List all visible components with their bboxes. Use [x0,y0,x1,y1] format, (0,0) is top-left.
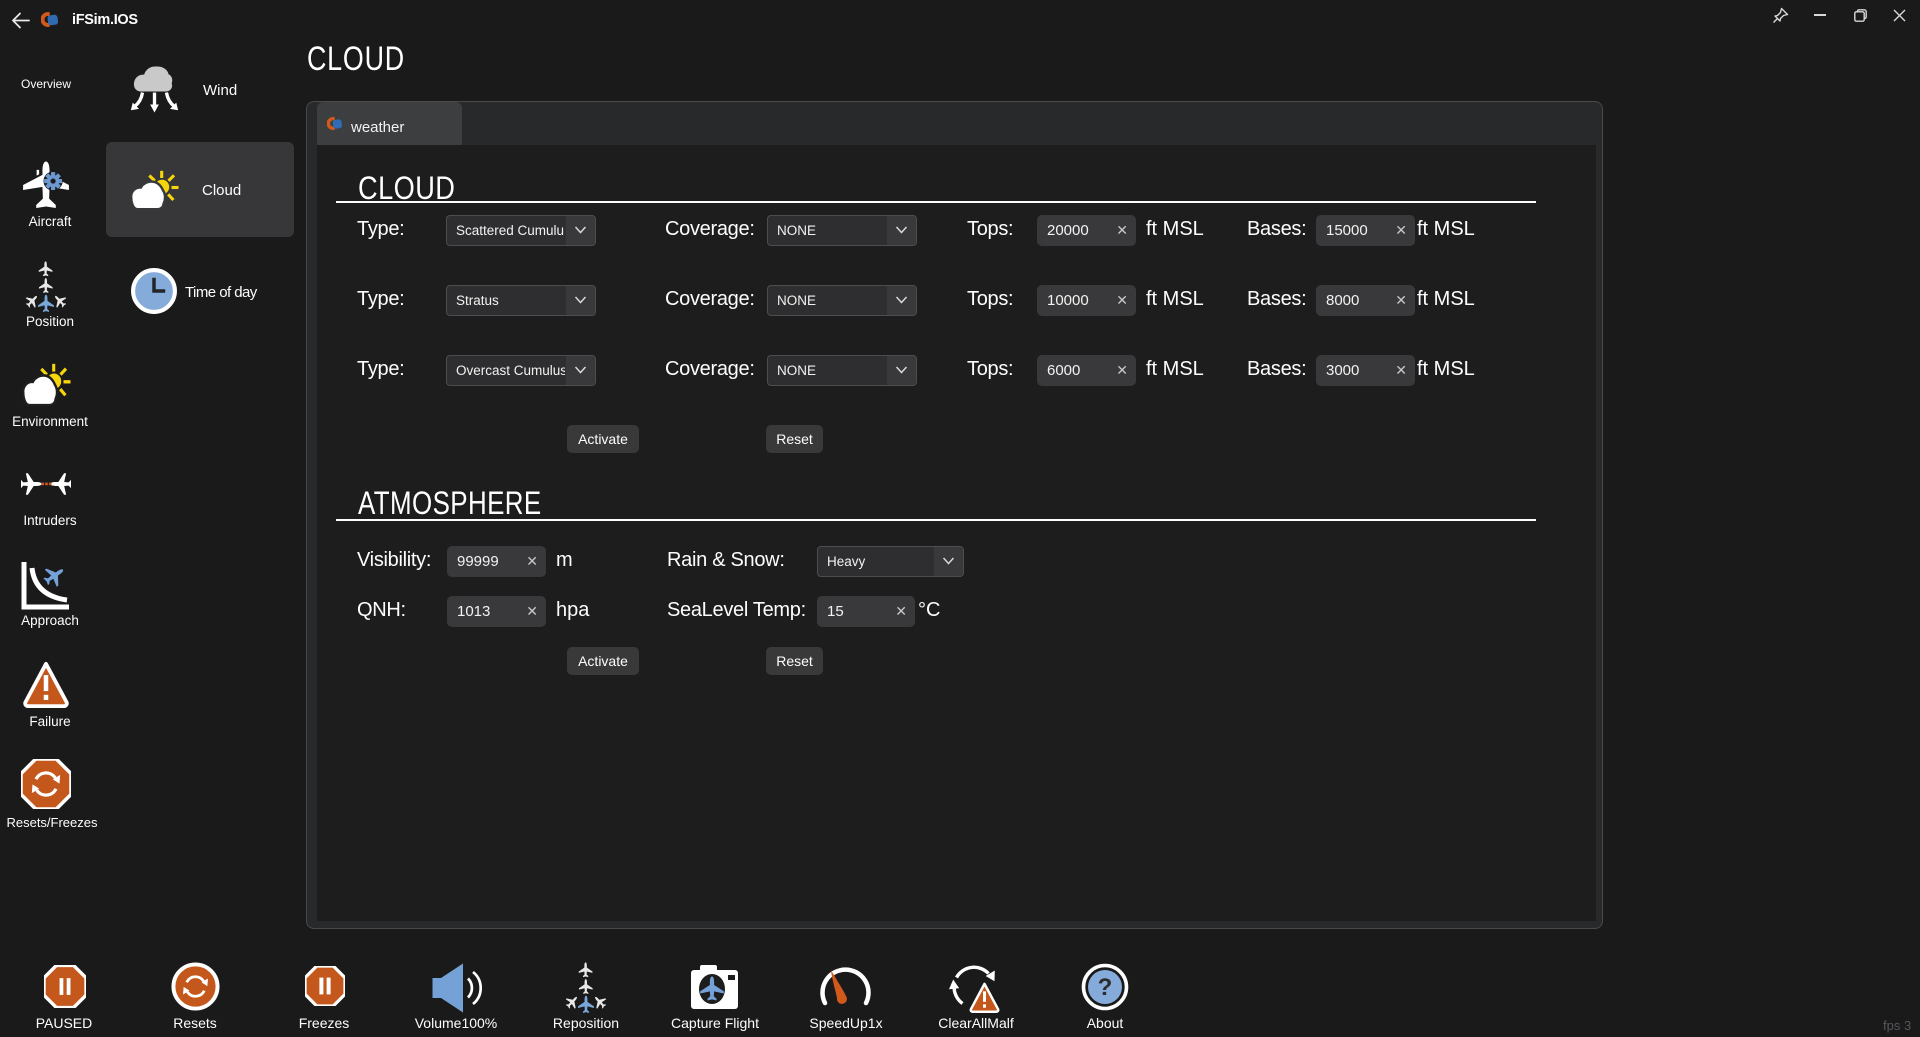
svg-text:?: ? [1098,974,1113,1001]
